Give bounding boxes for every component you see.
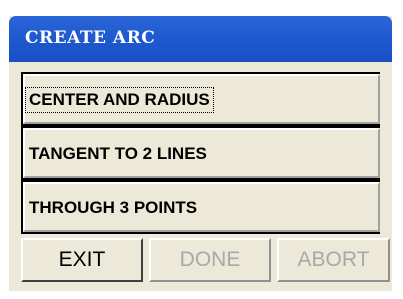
option-label: CENTER AND RADIUS [25, 87, 214, 113]
arc-method-list: CENTER AND RADIUS TANGENT TO 2 LINES THR… [21, 72, 380, 234]
create-arc-dialog: CREATE ARC CENTER AND RADIUS TANGENT TO … [9, 16, 392, 291]
window-title: CREATE ARC [25, 28, 156, 48]
title-bar[interactable]: CREATE ARC [9, 16, 392, 62]
option-tangent-to-2-lines[interactable]: TANGENT TO 2 LINES [23, 128, 380, 178]
option-center-and-radius[interactable]: CENTER AND RADIUS [23, 74, 380, 124]
option-label: THROUGH 3 POINTS [29, 198, 198, 217]
done-button[interactable]: DONE [149, 238, 271, 282]
option-label: TANGENT TO 2 LINES [29, 144, 207, 163]
option-through-3-points[interactable]: THROUGH 3 POINTS [23, 182, 380, 232]
exit-button[interactable]: EXIT [21, 238, 143, 282]
button-row: EXIT DONE ABORT [21, 238, 392, 284]
abort-button[interactable]: ABORT [277, 238, 390, 282]
